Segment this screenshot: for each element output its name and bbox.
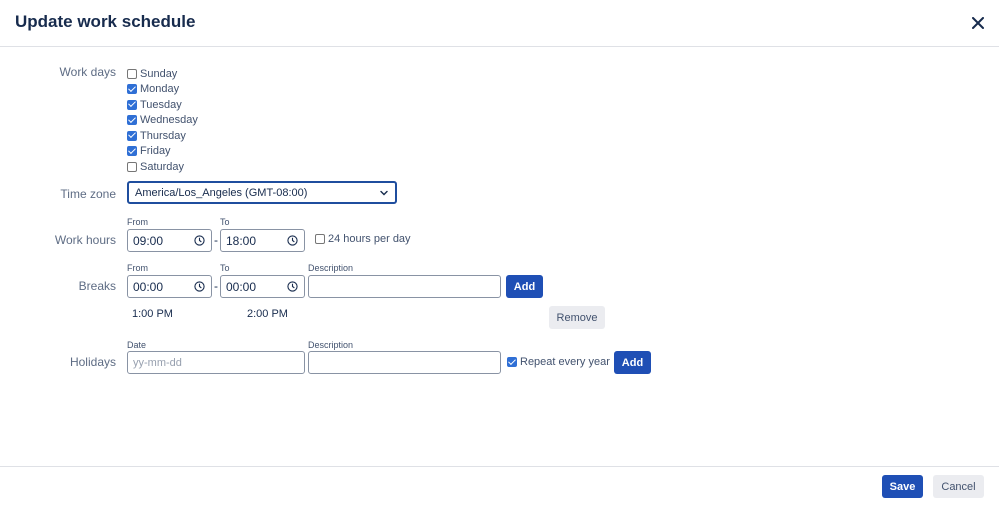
day-saturday[interactable]: Saturday	[127, 159, 198, 175]
day-label: Friday	[140, 145, 171, 158]
breaks-label: Breaks	[78, 279, 116, 293]
repeat-option[interactable]: Repeat every year	[507, 356, 610, 368]
day-label: Saturday	[140, 160, 185, 173]
work-days-list: Sunday Monday Tuesday Wednesday Thursday…	[127, 66, 198, 175]
chevron-down-icon	[380, 190, 388, 196]
day-checkbox[interactable]	[127, 161, 137, 172]
day-checkbox[interactable]	[127, 115, 137, 126]
breaks-description-input[interactable]	[308, 275, 501, 298]
breaks-to-value: 00:00	[226, 279, 257, 294]
holidays-date-label: Date	[127, 340, 147, 350]
time-zone-select[interactable]: America/Los_Angeles (GMT-08:00)	[127, 181, 397, 204]
close-button[interactable]	[966, 11, 990, 35]
day-friday[interactable]: Friday	[127, 144, 198, 160]
day-checkbox[interactable]	[127, 130, 137, 141]
repeat-label: Repeat every year	[520, 356, 610, 368]
work-hours-from-value: 09:00	[133, 233, 164, 248]
breaks-from-label: From	[127, 263, 148, 273]
day-sunday[interactable]: Sunday	[127, 66, 198, 82]
day-checkbox[interactable]	[127, 99, 137, 110]
clock-icon[interactable]	[287, 281, 298, 292]
day-tuesday[interactable]: Tuesday	[127, 97, 198, 113]
work-hours-to-label: To	[220, 217, 230, 227]
day-checkbox[interactable]	[127, 84, 137, 95]
day-wednesday[interactable]: Wednesday	[127, 113, 198, 129]
break-from-text: 1:00 PM	[132, 308, 173, 320]
day-label: Wednesday	[140, 114, 198, 127]
time-zone-label: Time zone	[60, 187, 116, 201]
breaks-description-label: Description	[308, 263, 354, 273]
save-button[interactable]: Save	[882, 475, 923, 498]
holiday-date-placeholder: yy-mm-dd	[133, 356, 182, 369]
dialog-header: Update work schedule	[0, 0, 999, 47]
day-monday[interactable]: Monday	[127, 82, 198, 98]
breaks-separator: -	[214, 279, 218, 293]
holiday-date-input[interactable]: yy-mm-dd	[127, 351, 305, 374]
add-holiday-button[interactable]: Add	[614, 351, 651, 374]
all-day-checkbox[interactable]	[315, 234, 325, 244]
repeat-checkbox[interactable]	[507, 357, 517, 367]
day-label: Monday	[140, 83, 180, 96]
day-label: Tuesday	[140, 98, 182, 111]
holiday-description-input[interactable]	[308, 351, 501, 374]
all-day-label: 24 hours per day	[328, 233, 411, 245]
breaks-to-input[interactable]: 00:00	[220, 275, 305, 298]
work-hours-from-input[interactable]: 09:00	[127, 229, 212, 252]
clock-icon[interactable]	[194, 281, 205, 292]
holidays-description-label: Description	[308, 340, 354, 350]
time-zone-value: America/Los_Angeles (GMT-08:00)	[135, 186, 308, 199]
day-label: Thursday	[140, 129, 186, 142]
day-label: Sunday	[140, 67, 178, 80]
work-hours-to-input[interactable]: 18:00	[220, 229, 305, 252]
dialog-title: Update work schedule	[15, 12, 196, 31]
work-days-label: Work days	[59, 65, 116, 79]
day-thursday[interactable]: Thursday	[127, 128, 198, 144]
add-break-button[interactable]: Add	[506, 275, 543, 298]
breaks-from-input[interactable]: 00:00	[127, 275, 212, 298]
all-day-option[interactable]: 24 hours per day	[315, 233, 411, 245]
day-checkbox[interactable]	[127, 68, 137, 79]
breaks-to-label: To	[220, 263, 230, 273]
work-hours-separator: -	[214, 233, 218, 247]
holidays-label: Holidays	[69, 355, 116, 369]
day-checkbox[interactable]	[127, 146, 137, 157]
close-icon	[972, 17, 984, 29]
break-to-text: 2:00 PM	[247, 308, 288, 320]
dialog-footer	[0, 466, 999, 505]
work-hours-label: Work hours	[54, 233, 116, 247]
breaks-from-value: 00:00	[133, 279, 164, 294]
clock-icon[interactable]	[194, 235, 205, 246]
work-hours-to-value: 18:00	[226, 233, 257, 248]
clock-icon[interactable]	[287, 235, 298, 246]
cancel-button[interactable]: Cancel	[933, 475, 984, 498]
remove-break-button[interactable]: Remove	[549, 306, 605, 329]
work-hours-from-label: From	[127, 217, 148, 227]
